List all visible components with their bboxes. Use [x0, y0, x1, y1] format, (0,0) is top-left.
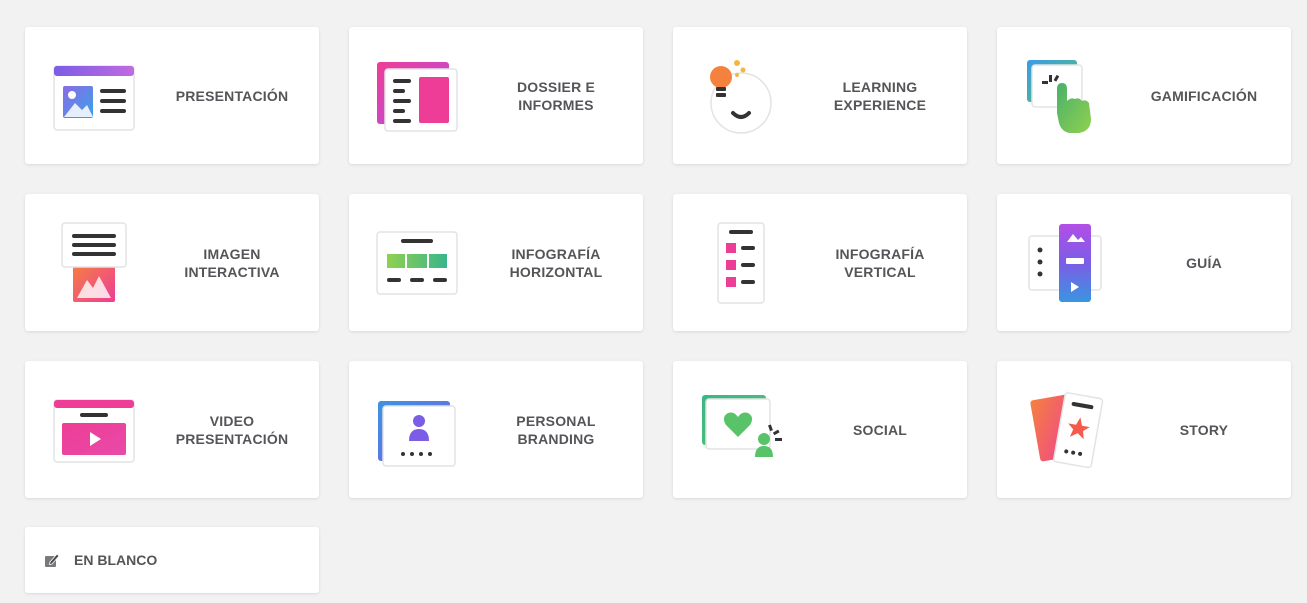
card-label: PRESENTACIÓN — [175, 87, 289, 104]
card-label: SOCIAL — [852, 421, 908, 438]
card-presentacion[interactable]: PRESENTACIÓN — [25, 27, 319, 164]
card-guia[interactable]: GUÍA — [997, 194, 1291, 331]
story-cards-icon — [1017, 387, 1117, 473]
card-label: INFOGRAFÍA VERTICAL — [835, 245, 925, 280]
video-icon — [45, 387, 145, 473]
card-label: EN BLANCO — [74, 552, 158, 568]
dossier-icon — [369, 53, 469, 139]
card-label: PERSONAL BRANDING — [516, 412, 596, 447]
card-en-blanco[interactable]: EN BLANCO — [25, 527, 319, 593]
card-social[interactable]: SOCIAL — [673, 361, 967, 498]
vertical-infographic-icon — [693, 220, 793, 306]
touch-hand-icon — [1017, 53, 1117, 139]
card-branding[interactable]: PERSONAL BRANDING — [349, 361, 643, 498]
horizontal-infographic-icon — [369, 220, 469, 306]
template-grid: PRESENTACIÓN DOSSIER E INFORMES LEARNING… — [25, 27, 1291, 498]
card-video[interactable]: VIDEO PRESENTACIÓN — [25, 361, 319, 498]
card-gamificacion[interactable]: GAMIFICACIÓN — [997, 27, 1291, 164]
heart-social-icon — [693, 387, 793, 473]
card-label: INFOGRAFÍA HORIZONTAL — [509, 245, 603, 280]
card-label: IMAGEN INTERACTIVA — [184, 245, 280, 280]
card-label: LEARNING EXPERIENCE — [833, 78, 927, 113]
presentation-icon — [45, 53, 145, 139]
card-label: VIDEO PRESENTACIÓN — [175, 412, 289, 447]
card-label: STORY — [1179, 421, 1229, 438]
card-infografia-horizontal[interactable]: INFOGRAFÍA HORIZONTAL — [349, 194, 643, 331]
card-infografia-vertical[interactable]: INFOGRAFÍA VERTICAL — [673, 194, 967, 331]
card-label: DOSSIER E INFORMES — [516, 78, 596, 113]
guide-icon — [1017, 220, 1117, 306]
card-imagen[interactable]: IMAGEN INTERACTIVA — [25, 194, 319, 331]
card-story[interactable]: STORY — [997, 361, 1291, 498]
pencil-icon — [45, 553, 60, 567]
card-label: GAMIFICACIÓN — [1150, 87, 1258, 104]
card-learning[interactable]: LEARNING EXPERIENCE — [673, 27, 967, 164]
profile-card-icon — [369, 387, 469, 473]
lightbulb-icon — [693, 53, 793, 139]
card-dossier[interactable]: DOSSIER E INFORMES — [349, 27, 643, 164]
interactive-image-icon — [45, 220, 145, 306]
card-label: GUÍA — [1186, 254, 1222, 271]
